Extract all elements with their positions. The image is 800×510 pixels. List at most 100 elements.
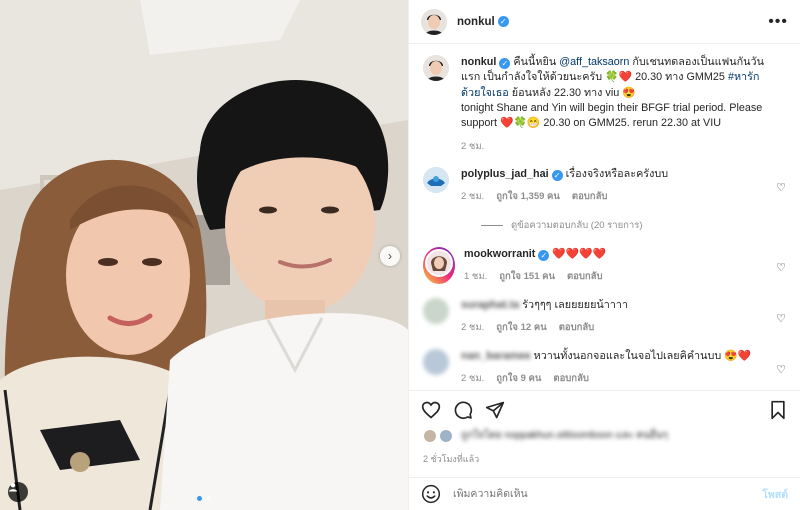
verified-badge-icon: ✓ bbox=[499, 58, 511, 69]
comment-text: รัวๆๆๆ เลยยยยยน้าาาา bbox=[522, 298, 629, 311]
caption-time: 2 ชม. bbox=[461, 140, 485, 152]
comment-meta: 2 ชม. ถูกใจ 12 คน ตอบกลับ bbox=[461, 321, 764, 334]
verified-badge-icon: ✓ bbox=[551, 170, 563, 182]
like-comment-heart-icon[interactable]: ♡ bbox=[776, 363, 786, 376]
caption-text-1: คืนนี้หยิน bbox=[513, 56, 557, 68]
caption-text-4: ย้อนหลัง 22.30 ทาง viu bbox=[511, 86, 620, 99]
comment-likes[interactable]: ถูกใจ 1,359 คน bbox=[496, 190, 560, 203]
reply-button[interactable]: ตอบกลับ bbox=[572, 190, 608, 203]
post-side-panel: nonkul ✓ ••• nonkul ✓ คืนนี้หยิน @aff_ta… bbox=[408, 0, 800, 510]
carousel-indicator bbox=[0, 496, 408, 501]
divider bbox=[481, 224, 503, 226]
heart-emoji: ❤️ bbox=[500, 117, 514, 130]
like-heart-icon[interactable] bbox=[421, 400, 441, 420]
like-comment-heart-icon[interactable]: ♡ bbox=[776, 181, 786, 194]
comment-username[interactable]: nan_baramee bbox=[461, 350, 531, 362]
comment-likes[interactable]: ถูกใจ 12 คน bbox=[496, 321, 546, 334]
view-replies-button[interactable]: ดูข้อความตอบกลับ (20 รายการ) bbox=[481, 218, 786, 233]
liker-avatar bbox=[439, 428, 453, 443]
reply-button[interactable]: ตอบกลับ bbox=[567, 270, 603, 283]
avatar-image bbox=[423, 167, 449, 194]
comment-time: 1 ชม. bbox=[464, 271, 488, 283]
post-header: nonkul ✓ ••• bbox=[409, 0, 800, 44]
comment-input[interactable] bbox=[453, 488, 763, 500]
like-comment-heart-icon[interactable]: ♡ bbox=[776, 261, 786, 274]
heart-eyes-emoji: 😍 bbox=[622, 86, 636, 99]
comments-list[interactable]: nonkul ✓ คืนนี้หยิน @aff_taksaorn กับเชนท… bbox=[409, 45, 800, 390]
caption-english-2: 20.30 on GMM25. rerun 22.30 at VIU bbox=[543, 117, 722, 130]
comment-text: เรื่องจริงหรือละครังบบ bbox=[565, 168, 669, 181]
likes-text: ถูกใจโดย noppakhun.sittisomboon และ คนอื… bbox=[461, 430, 669, 441]
more-options-icon[interactable]: ••• bbox=[768, 13, 788, 31]
post-time: 2 ชั่วโมงที่แล้ว bbox=[423, 454, 480, 464]
avatar-image bbox=[423, 55, 449, 81]
comment-username[interactable]: suraphat.ta bbox=[461, 299, 519, 311]
caption-text-3: 20.30 ทาง GMM25 bbox=[635, 71, 725, 84]
author-username[interactable]: nonkul bbox=[457, 16, 495, 28]
tagged-users-button[interactable] bbox=[8, 482, 28, 502]
verified-badge-icon: ✓ bbox=[497, 16, 509, 27]
comment-meta: 1 ชม. ถูกใจ 151 คน ตอบกลับ bbox=[464, 270, 764, 283]
comment-item: polyplus_jad_hai ✓ เรื่องจริงหรือละครังบบ… bbox=[423, 167, 786, 204]
comment-avatar[interactable] bbox=[423, 167, 449, 194]
caption-mention[interactable]: @aff_taksaorn bbox=[559, 56, 629, 68]
comment-body: suraphat.ta รัวๆๆๆ เลยยยยยน้าาาา 2 ชม. ถ… bbox=[461, 298, 786, 335]
hearts-emoji: ❤️❤️❤️❤️ bbox=[552, 247, 607, 260]
comment-item: mookworranit ✓ ❤️❤️❤️❤️ 1 ชม. ถูกใจ 151 ค… bbox=[423, 246, 786, 284]
comment-avatar[interactable] bbox=[423, 348, 449, 375]
user-icon bbox=[9, 483, 17, 492]
post-photo[interactable]: › bbox=[0, 0, 408, 510]
comment-likes[interactable]: ถูกใจ 151 คน bbox=[499, 270, 555, 283]
carousel-dot bbox=[206, 496, 211, 501]
photo-illustration bbox=[0, 0, 408, 510]
comment-item: suraphat.ta รัวๆๆๆ เลยยยยยน้าาาา 2 ชม. ถ… bbox=[423, 297, 786, 335]
caption-avatar[interactable] bbox=[423, 55, 449, 81]
heart-emoji: ❤️ bbox=[618, 71, 633, 84]
comment-text: หวานทั้งนอกจอและในจอไปเลยคิคำนบบ bbox=[533, 349, 722, 362]
comment-avatar[interactable] bbox=[423, 297, 449, 324]
caption-body: nonkul ✓ คืนนี้หยิน @aff_taksaorn กับเชนท… bbox=[461, 55, 786, 153]
comment-meta: 2 ชม. ถูกใจ 9 คน ตอบกลับ bbox=[461, 372, 764, 385]
comment-time: 2 ชม. bbox=[461, 322, 485, 334]
avatar-image bbox=[421, 8, 447, 35]
comment-username[interactable]: mookworranit bbox=[464, 248, 535, 260]
chevron-right-icon: › bbox=[388, 249, 392, 263]
clover-emoji: 🍀 bbox=[605, 71, 619, 84]
story-ring[interactable] bbox=[423, 246, 455, 284]
post-comment-button[interactable]: โพสต์ bbox=[762, 486, 788, 503]
author-avatar[interactable] bbox=[421, 8, 447, 35]
share-icon[interactable] bbox=[485, 400, 505, 420]
carousel-dot-active bbox=[197, 496, 202, 501]
comment-body: nan_baramee หวานทั้งนอกจอและในจอไปเลยคิค… bbox=[461, 349, 786, 386]
heart-emoji: ❤️ bbox=[737, 349, 752, 362]
verified-badge-icon: ✓ bbox=[538, 249, 550, 261]
comment-time: 2 ชม. bbox=[461, 191, 485, 203]
view-replies-label: ดูข้อความตอบกลับ (20 รายการ) bbox=[511, 219, 643, 231]
like-comment-heart-icon[interactable]: ♡ bbox=[776, 312, 786, 325]
comment-time: 2 ชม. bbox=[461, 372, 485, 384]
emoji-icon[interactable] bbox=[421, 484, 441, 504]
comment-body: polyplus_jad_hai ✓ เรื่องจริงหรือละครังบบ… bbox=[461, 167, 786, 204]
comment-item: nan_baramee หวานทั้งนอกจอและในจอไปเลยคิค… bbox=[423, 348, 786, 386]
heart-eyes-emoji: 😍 bbox=[724, 349, 738, 362]
comment-meta: 2 ชม. ถูกใจ 1,359 คน ตอบกลับ bbox=[461, 190, 764, 203]
bookmark-icon[interactable] bbox=[768, 400, 788, 420]
next-photo-button[interactable]: › bbox=[380, 246, 400, 266]
instagram-post: › nonkul ✓ ••• nonkul ✓ คืนนี้หยิน @aff_… bbox=[0, 0, 800, 510]
likes-summary[interactable]: ถูกใจโดย noppakhun.sittisomboon และ คนอื… bbox=[423, 428, 786, 443]
clover-emoji: 🍀 bbox=[513, 117, 527, 130]
comment-icon[interactable] bbox=[453, 400, 473, 420]
caption-username[interactable]: nonkul bbox=[461, 56, 496, 68]
reply-button[interactable]: ตอบกลับ bbox=[559, 321, 595, 334]
comment-likes[interactable]: ถูกใจ 9 คน bbox=[496, 372, 541, 385]
caption-meta: 2 ชม. bbox=[461, 140, 764, 153]
comment-composer: โพสต์ bbox=[409, 477, 800, 510]
comment-body: mookworranit ✓ ❤️❤️❤️❤️ 1 ชม. ถูกใจ 151 ค… bbox=[464, 247, 786, 284]
reply-button[interactable]: ตอบกลับ bbox=[553, 372, 589, 385]
caption: nonkul ✓ คืนนี้หยิน @aff_taksaorn กับเชนท… bbox=[423, 55, 786, 153]
grin-emoji: 😁 bbox=[526, 117, 541, 130]
liker-avatar bbox=[423, 428, 437, 443]
avatar-image bbox=[427, 250, 451, 275]
comment-avatar bbox=[425, 248, 453, 277]
comment-username[interactable]: polyplus_jad_hai bbox=[461, 168, 549, 180]
